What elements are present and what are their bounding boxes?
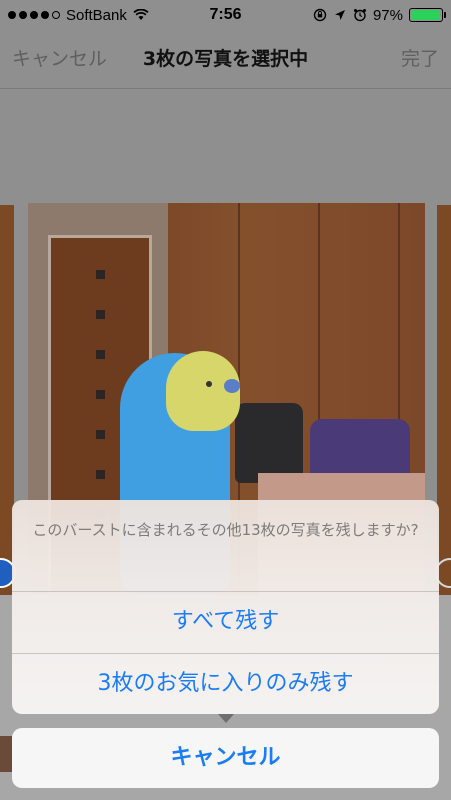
- cancel-nav-button[interactable]: キャンセル: [12, 44, 107, 71]
- sheet-pointer-icon: [218, 714, 234, 723]
- signal-dots-icon: [8, 11, 60, 19]
- battery-percent: 97%: [372, 6, 403, 24]
- location-arrow-icon: [334, 10, 345, 20]
- status-bar: SoftBank 7:56 97%: [0, 0, 451, 30]
- wifi-icon: [133, 9, 149, 20]
- done-button[interactable]: 完了: [401, 44, 439, 71]
- action-sheet-message: このバーストに含まれるその他13枚の写真を残しますか?: [32, 521, 419, 539]
- thumbnail-item[interactable]: [0, 736, 12, 772]
- keep-favorites-button[interactable]: 3枚のお気に入りのみ残す: [12, 654, 439, 714]
- budgie-eye: [206, 381, 212, 387]
- battery-icon: [409, 8, 446, 22]
- battery-level-fill: [411, 10, 441, 20]
- next-photo[interactable]: [437, 205, 451, 595]
- keep-all-button[interactable]: すべて残す: [12, 592, 439, 652]
- alarm-icon: [353, 9, 366, 22]
- action-sheet: このバーストに含まれるその他13枚の写真を残しますか? すべて残す 3枚のお気に…: [12, 500, 439, 714]
- carrier-name: SoftBank: [66, 6, 127, 24]
- rotation-lock-icon: [313, 8, 327, 22]
- photo-jacket: [235, 403, 303, 483]
- navigation-bar: キャンセル 3枚の写真を選択中 完了: [0, 30, 451, 89]
- budgie-cere: [224, 379, 240, 393]
- cancel-button[interactable]: キャンセル: [12, 728, 439, 788]
